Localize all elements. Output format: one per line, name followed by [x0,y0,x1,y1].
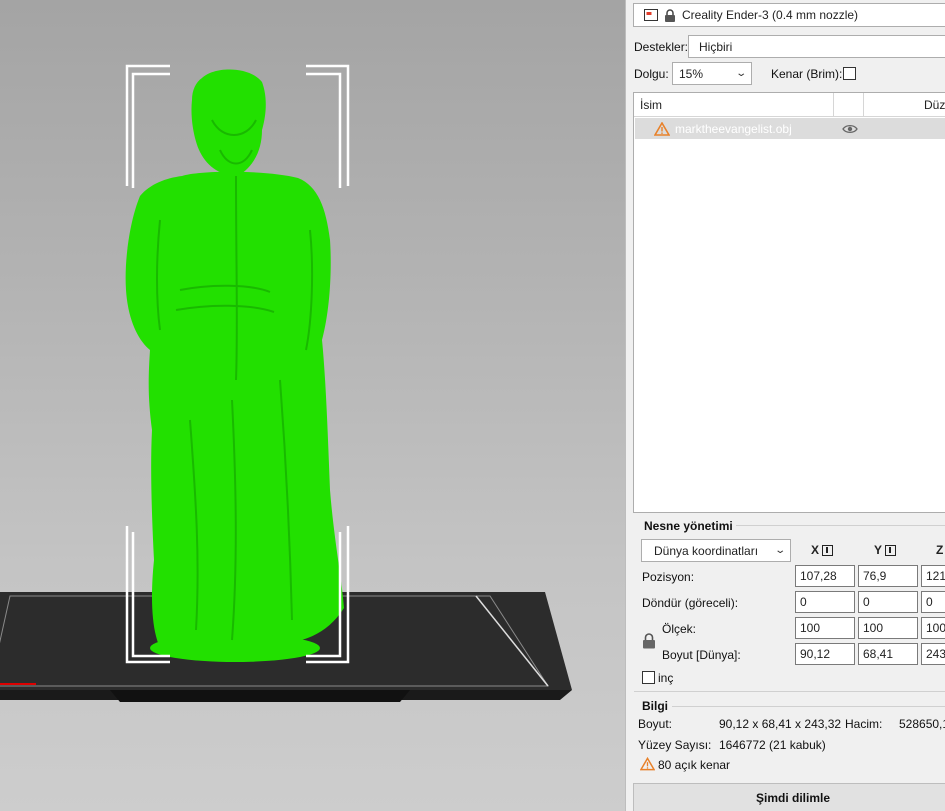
infill-value: 15% [679,66,704,81]
column-visibility[interactable] [834,93,864,117]
object-manipulation-title: Nesne yönetimi [644,519,733,533]
column-name[interactable]: İsim [634,93,834,117]
inch-label: inç [658,671,674,685]
rotate-label: Döndür (göreceli): [642,596,739,610]
info-volume-value: 528650,19 [899,717,945,731]
list-item[interactable]: marktheevangelist.obj [635,118,945,139]
size-x-input[interactable]: 90,12 [795,643,855,665]
supports-select[interactable]: Hiçbiri [688,35,945,58]
eye-icon[interactable] [842,124,858,134]
supports-label: Destekler: [634,40,689,54]
scale-z-input[interactable]: 100 [921,617,945,639]
position-label: Pozisyon: [642,570,695,584]
size-y-input[interactable]: 68,41 [858,643,918,665]
lock-icon [665,8,675,22]
info-volume-label: Hacim: [845,717,883,731]
axis-z-label: Z [936,543,944,557]
axis-y-label: Y [874,543,883,557]
divider [736,525,945,526]
size-z-input[interactable]: 243, [921,643,945,665]
object-name: marktheevangelist.obj [675,121,792,136]
axis-icon [822,544,834,556]
brim-checkbox[interactable] [843,67,856,80]
info-facets-value: 1646772 (21 kabuk) [719,738,826,752]
inch-checkbox[interactable] [642,671,655,684]
divider [634,691,945,692]
supports-value: Hiçbiri [699,39,733,54]
info-title: Bilgi [642,699,668,713]
3d-viewport[interactable] [0,0,625,811]
chevron-down-icon: ⌄ [773,545,786,556]
slice-now-button[interactable]: Şimdi dilimle [633,783,945,811]
lock-icon[interactable] [642,633,656,649]
rotate-y-input[interactable]: 0 [858,591,918,613]
printer-icon [644,9,658,21]
scene-canvas[interactable] [0,0,625,811]
rotate-z-input[interactable]: 0 [921,591,945,613]
info-size-value: 90,12 x 68,41 x 243,32 [719,717,842,731]
scale-label: Ölçek: [662,622,697,636]
printer-name: Creality Ender-3 (0.4 mm nozzle) [682,8,859,22]
object-list-header: İsim Düze [634,93,945,117]
scale-y-input[interactable]: 100 [858,617,918,639]
axis-icon [885,544,897,556]
coord-system-select[interactable]: Dünya koordinatları ⌄ [641,539,791,562]
rotate-x-input[interactable]: 0 [795,591,855,613]
settings-panel: Creality Ender-3 (0.4 mm nozzle) Destekl… [625,0,945,811]
axis-x-header: X [811,543,834,557]
open-edges-warning: 80 açık kenar [658,758,731,772]
infill-combo[interactable]: 15% ⌄ [672,62,752,85]
scale-x-input[interactable]: 100 [795,617,855,639]
info-facets-label: Yüzey Sayısı: [638,738,712,752]
brim-label: Kenar (Brim): [771,67,843,81]
divider [672,706,945,707]
axis-x-label: X [811,543,820,557]
printer-selector[interactable]: Creality Ender-3 (0.4 mm nozzle) [633,3,945,27]
warning-icon [640,757,655,771]
position-z-input[interactable]: 121, [921,565,945,587]
position-x-input[interactable]: 107,28 [795,565,855,587]
object-list[interactable]: İsim Düze marktheevangelist.obj [633,92,945,513]
axis-y-header: Y [874,543,897,557]
coord-system-value: Dünya koordinatları [654,543,759,558]
info-size-label: Boyut: [638,717,673,731]
position-y-input[interactable]: 76,9 [858,565,918,587]
infill-label: Dolgu: [634,67,669,81]
warning-icon [654,121,670,136]
size-label: Boyut [Dünya]: [662,648,741,662]
axis-z-header: Z [936,543,943,557]
column-edit[interactable]: Düze [864,93,945,117]
chevron-down-icon: ⌄ [734,68,747,79]
